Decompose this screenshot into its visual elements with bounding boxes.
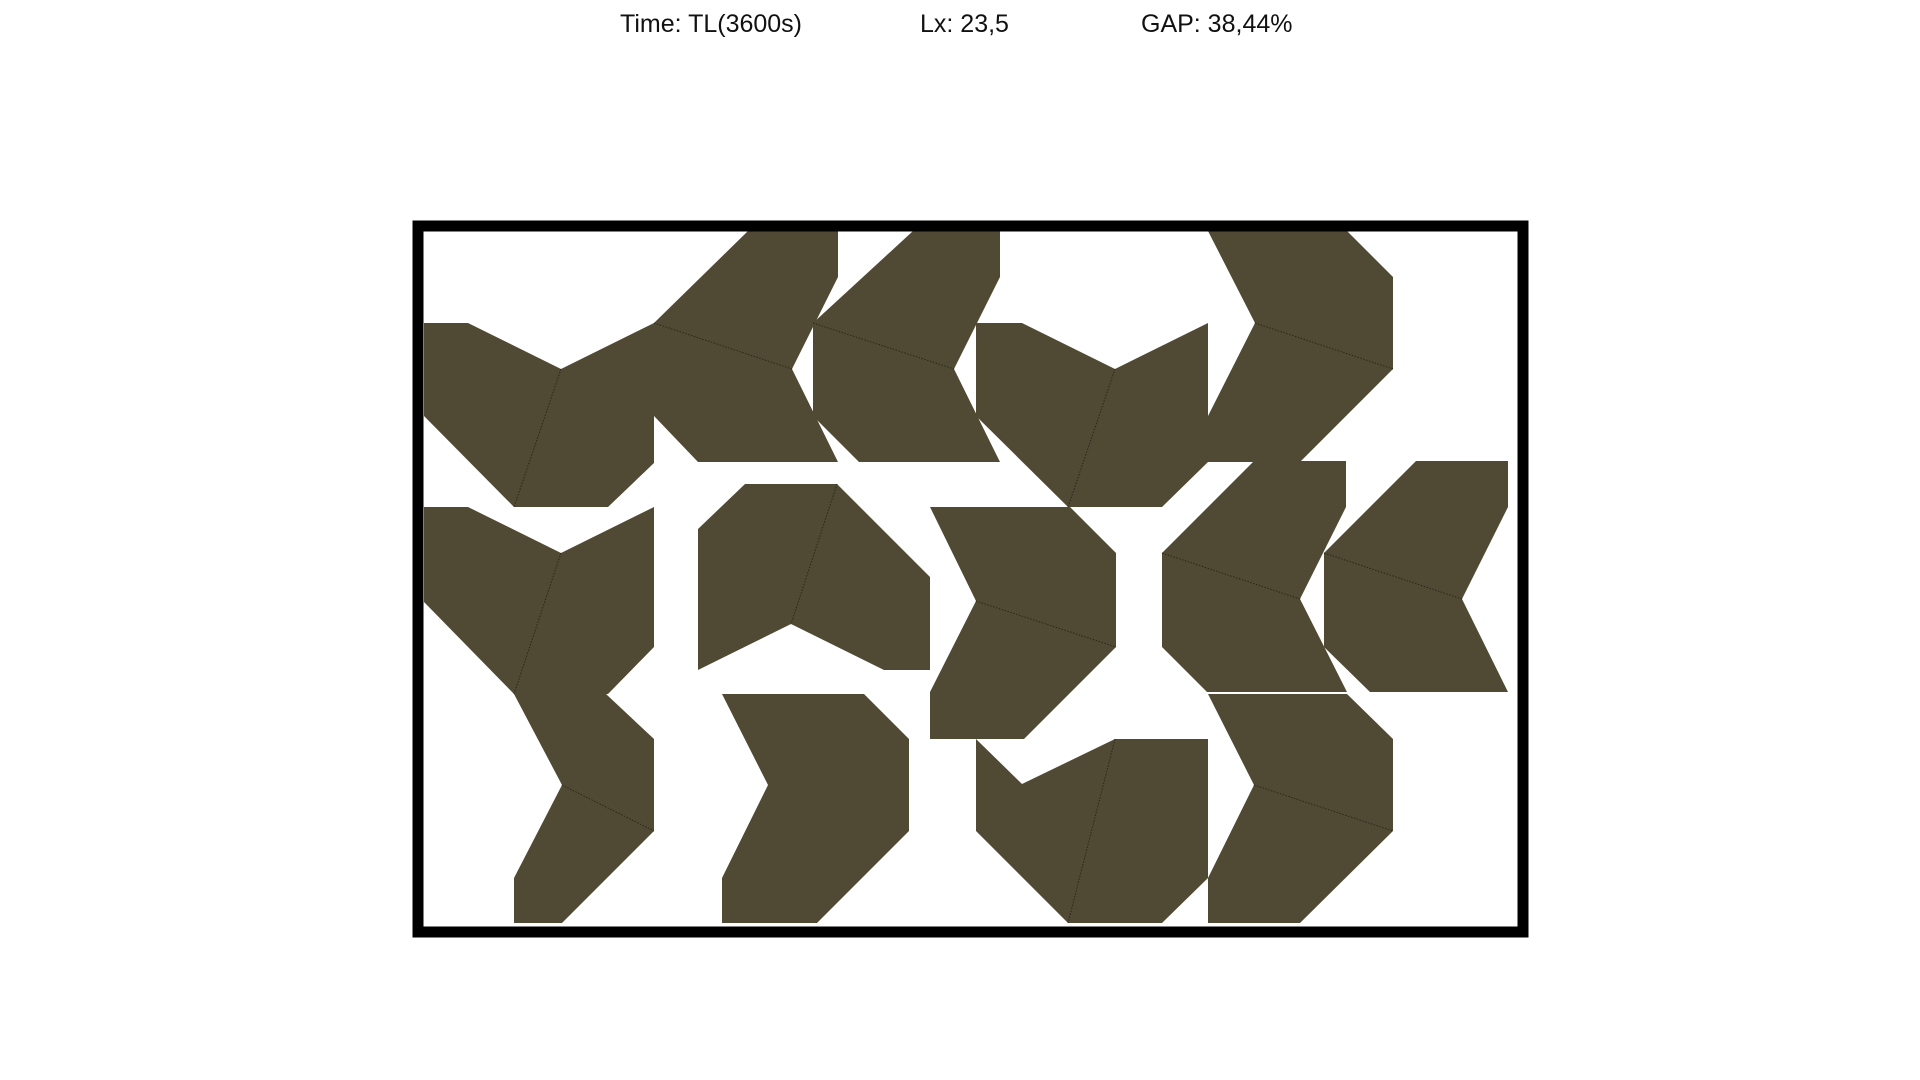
- piece-shape: [1208, 231, 1393, 462]
- piece-shape: [976, 739, 1208, 923]
- piece-shape: [976, 323, 1208, 507]
- piece-shape: [698, 484, 930, 670]
- packing-layout: [412, 220, 1529, 938]
- piece-shape: [424, 323, 654, 507]
- pieces-group: [424, 231, 1508, 924]
- piece-shape: [514, 694, 654, 923]
- piece-shape: [1208, 694, 1393, 923]
- piece-shape: [654, 231, 838, 462]
- piece-shape: [722, 694, 909, 923]
- piece-shape: [1324, 461, 1508, 692]
- piece-shape: [930, 507, 1116, 739]
- piece-shape: [813, 231, 1000, 462]
- piece-shape: [1162, 461, 1347, 692]
- piece-shape: [424, 507, 654, 694]
